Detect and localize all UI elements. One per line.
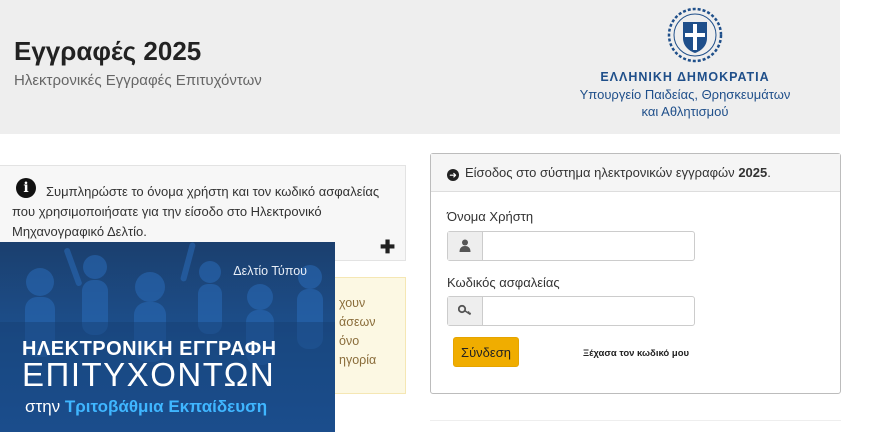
ministry-name-line2: και Αθλητισμού [641,104,729,119]
press-release-banner[interactable]: Δελτίο Τύπου ΗΛΕΚΤΡΟΝΙΚΗ ΕΓΓΡΑΦΗ ΕΠΙΤΥΧΟ… [0,242,335,432]
password-label: Κωδικός ασφαλείας [447,275,560,290]
password-field-group [447,296,695,327]
login-panel-heading: ➜ Είσοδος στο σύστημα ηλεκτρονικών εγγραφ… [431,154,840,192]
username-field-group [447,231,695,262]
warning-text-line: ηγορία [339,353,377,367]
instructions-text: Συμπληρώστε το όνομα χρήστη και τον κωδι… [12,184,380,239]
page-title: Εγγραφές 2025 [14,36,202,66]
banner-heading-line2: ΕΠΙΤΥΧΟΝΤΩΝ [22,356,276,393]
greek-coat-of-arms-icon [667,7,723,63]
page-header: Εγγραφές 2025 Ηλεκτρονικές Εγγραφές Επιτ… [0,0,840,134]
banner-heading-line3: στην Τριτοβάθμια Εκπαίδευση [25,397,267,417]
banner-line3-prefix: στην [25,397,61,416]
country-name: ΕΛΛΗΝΙΚΗ ΔΗΜΟΚΡΑΤΙΑ [600,70,770,84]
ministry-branding: ΕΛΛΗΝΙΚΗ ΔΗΜΟΚΡΑΤΙΑ Υπουργείο Παιδείας, … [560,70,810,120]
forgot-password-link[interactable]: Ξέχασα τον κωδικό μου [583,348,689,359]
arrow-circle-right-icon: ➜ [447,169,459,181]
ministry-name-line1: Υπουργείο Παιδείας, Θρησκευμάτων [579,87,791,102]
page-subtitle: Ηλεκτρονικές Εγγραφές Επιτυχόντων [14,72,262,89]
warning-text-line: άσεων [339,315,376,329]
plus-icon[interactable]: ✚ [380,237,395,258]
divider [430,420,841,421]
password-input[interactable] [483,297,692,327]
login-panel: ➜ Είσοδος στο σύστημα ηλεκτρονικών εγγραφ… [430,153,841,394]
press-release-label: Δελτίο Τύπου [233,264,307,278]
warning-text-line: χουν [339,296,366,310]
login-button[interactable]: Σύνδεση [453,337,519,367]
warning-text-line: όνο [339,334,360,348]
username-input[interactable] [483,232,692,262]
login-heading-suffix: . [767,165,771,180]
login-heading-text: Είσοδος στο σύστημα ηλεκτρονικών εγγραφώ… [465,165,735,180]
key-icon [448,297,483,325]
username-label: Όνομα Χρήστη [447,209,534,224]
banner-line3-highlight: Τριτοβάθμια Εκπαίδευση [64,397,268,416]
user-icon [448,232,483,260]
login-heading-year: 2025 [738,165,768,180]
